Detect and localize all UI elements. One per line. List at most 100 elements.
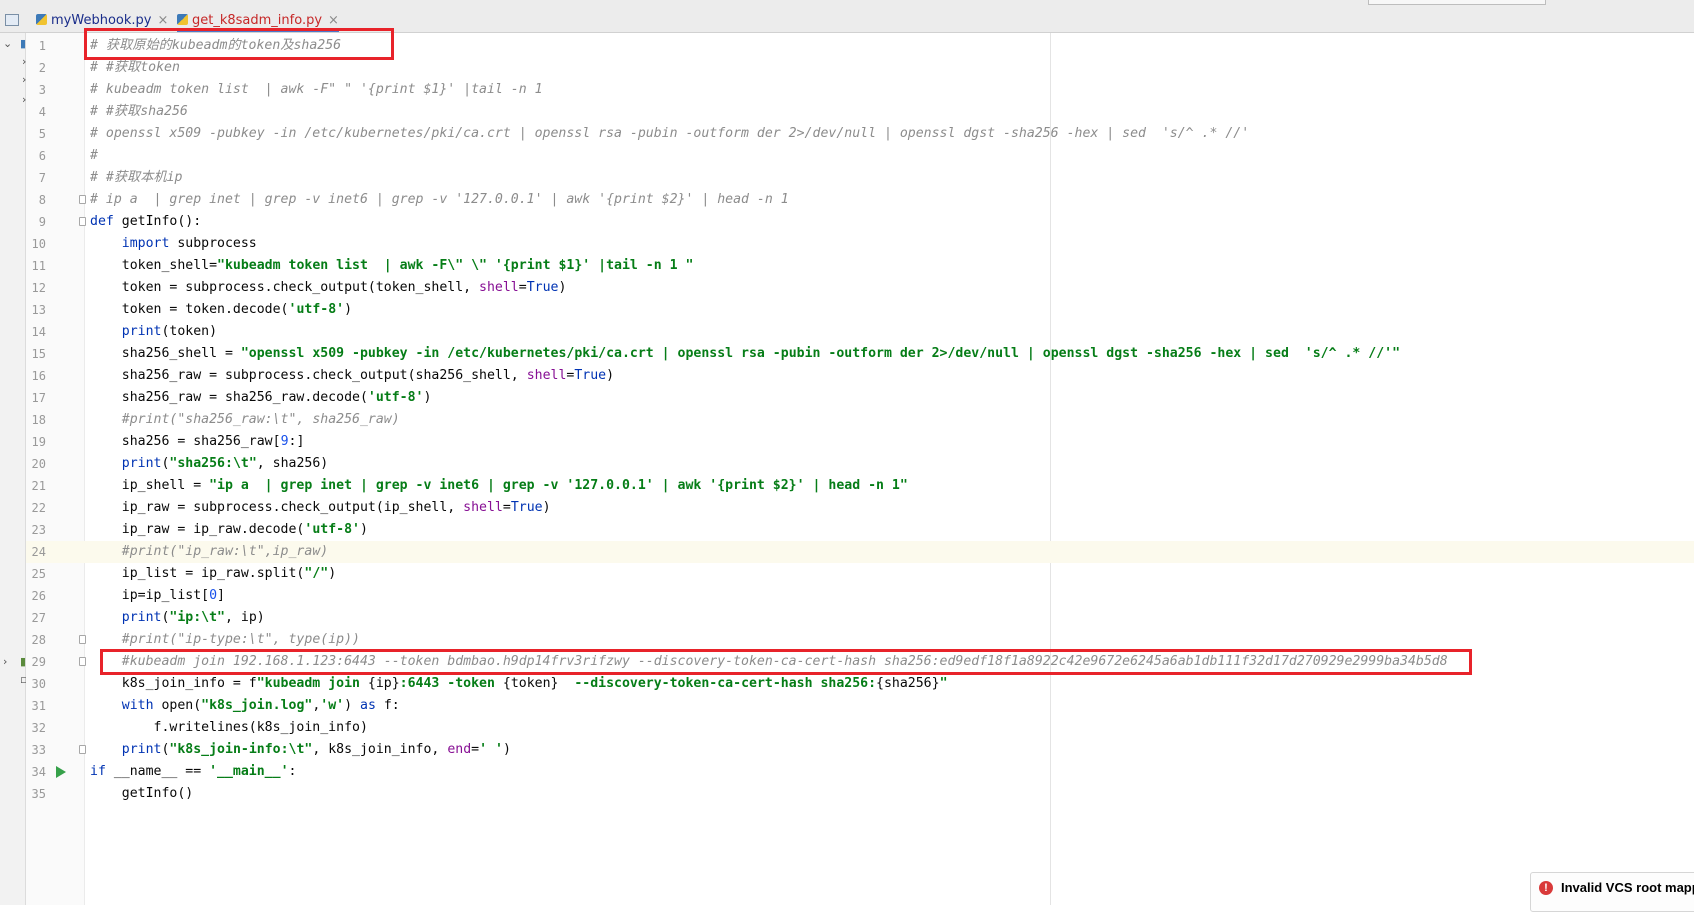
close-icon[interactable]: × — [328, 13, 339, 28]
error-icon: ! — [1539, 881, 1553, 895]
line-number: 13 — [31, 303, 46, 317]
line-number: 2 — [38, 61, 46, 75]
code-line[interactable]: 9 def getInfo(): — [26, 211, 1694, 233]
code-line[interactable]: 35 getInfo() — [26, 783, 1694, 805]
line-number: 17 — [31, 391, 46, 405]
code-line[interactable]: 23 ip_raw = ip_raw.decode('utf-8') — [26, 519, 1694, 541]
chevron-down-icon[interactable]: ⌄ — [3, 37, 12, 50]
line-number: 28 — [31, 633, 46, 647]
run-configuration-selector[interactable] — [1368, 0, 1546, 5]
code-text: # #获取token — [90, 60, 180, 75]
code-line[interactable]: 14 print(token) — [26, 321, 1694, 343]
code-line[interactable]: 10 import subprocess — [26, 233, 1694, 255]
run-icon[interactable] — [56, 766, 66, 778]
code-line[interactable]: 28 #print("ip-type:\t", type(ip)) — [26, 629, 1694, 651]
code-line[interactable]: 21 ip_shell = "ip a | grep inet | grep -… — [26, 475, 1694, 497]
code-line[interactable]: 7 # #获取本机ip — [26, 167, 1694, 189]
line-number: 24 — [31, 545, 46, 559]
chevron-right-icon[interactable]: › — [3, 655, 7, 668]
line-number: 25 — [31, 567, 46, 581]
code-line[interactable]: 4 # #获取sha256 — [26, 101, 1694, 123]
line-number: 5 — [38, 127, 46, 141]
code-text: token = token.decode('utf-8') — [90, 302, 353, 317]
code-line[interactable]: 33 print("k8s_join-info:\t", k8s_join_in… — [26, 739, 1694, 761]
line-number: 29 — [31, 655, 46, 669]
code-text: ip=ip_list[0] — [90, 588, 225, 603]
project-view-icon[interactable] — [5, 14, 19, 26]
line-number: 14 — [31, 325, 46, 339]
code-text: ip_raw = subprocess.check_output(ip_shel… — [90, 500, 551, 515]
code-line[interactable]: 18 #print("sha256_raw:\t", sha256_raw) — [26, 409, 1694, 431]
code-line[interactable]: 12 token = subprocess.check_output(token… — [26, 277, 1694, 299]
line-number: 35 — [31, 787, 46, 801]
line-number: 16 — [31, 369, 46, 383]
code-line[interactable]: 3 # kubeadm token list | awk -F" " '{prin… — [26, 79, 1694, 101]
code-line[interactable]: 31 with open("k8s_join.log",'w') as f: — [26, 695, 1694, 717]
notification-balloon[interactable]: ! Invalid VCS root mapp — [1530, 872, 1694, 912]
code-text: k8s_join_info = f"kubeadm join {ip}:6443… — [90, 676, 948, 691]
code-line[interactable]: 16 sha256_raw = subprocess.check_output(… — [26, 365, 1694, 387]
fold-marker-icon[interactable] — [79, 635, 86, 644]
code-text: sha256 = sha256_raw[9:] — [90, 434, 305, 449]
line-number: 1 — [38, 39, 46, 53]
line-number: 21 — [31, 479, 46, 493]
code-text: # ip a | grep inet | grep -v inet6 | gre… — [90, 192, 789, 207]
code-text: #print("sha256_raw:\t", sha256_raw) — [121, 412, 400, 427]
code-text: sha256_shell = "openssl x509 -pubkey -in… — [90, 346, 1401, 361]
code-line[interactable]: 20 print("sha256:\t", sha256) — [26, 453, 1694, 475]
line-number: 32 — [31, 721, 46, 735]
close-icon[interactable]: × — [157, 13, 168, 28]
code-text: ip_shell = "ip a | grep inet | grep -v i… — [90, 478, 908, 493]
code-text: def getInfo(): — [90, 214, 202, 229]
tab-label: get_k8sadm_info.py — [192, 13, 323, 28]
code-text: print(token) — [121, 324, 218, 339]
code-line[interactable]: 27 print("ip:\t", ip) — [26, 607, 1694, 629]
line-number: 8 — [38, 193, 46, 207]
code-line[interactable]: 11 token_shell="kubeadm token list | awk… — [26, 255, 1694, 277]
code-line[interactable]: 32 f.writelines(k8s_join_info) — [26, 717, 1694, 739]
code-text: # #获取本机ip — [90, 170, 183, 185]
project-tool-strip: ⌄ ▮ › › › › ▮ ▫ — [0, 33, 27, 905]
code-text: with open("k8s_join.log",'w') as f: — [121, 698, 400, 713]
code-text: if __name__ == '__main__': — [90, 764, 297, 779]
python-file-icon — [36, 14, 47, 25]
code-line[interactable]: 34 if __name__ == '__main__': — [26, 761, 1694, 783]
code-line[interactable]: 2 # #获取token — [26, 57, 1694, 79]
line-number: 20 — [31, 457, 46, 471]
line-number: 31 — [31, 699, 46, 713]
line-number: 33 — [31, 743, 46, 757]
code-text: #print("ip-type:\t", type(ip)) — [121, 632, 360, 647]
code-line[interactable]: 15 sha256_shell = "openssl x509 -pubkey … — [26, 343, 1694, 365]
code-line[interactable]: 13 token = token.decode('utf-8') — [26, 299, 1694, 321]
notification-message: Invalid VCS root mapp — [1561, 880, 1694, 895]
code-line[interactable]: 19 sha256 = sha256_raw[9:] — [26, 431, 1694, 453]
code-line[interactable]: 22 ip_raw = subprocess.check_output(ip_s… — [26, 497, 1694, 519]
line-number: 11 — [31, 259, 46, 273]
python-file-icon — [177, 14, 188, 25]
code-line[interactable]: 17 sha256_raw = sha256_raw.decode('utf-8… — [26, 387, 1694, 409]
code-line[interactable]: 26 ip=ip_list[0] — [26, 585, 1694, 607]
code-text: # openssl x509 -pubkey -in /etc/kubernet… — [90, 126, 1250, 141]
code-text: token_shell="kubeadm token list | awk -F… — [90, 258, 694, 273]
code-text: ip_raw = ip_raw.decode('utf-8') — [90, 522, 368, 537]
fold-marker-icon[interactable] — [79, 217, 86, 226]
highlight-box-line29 — [100, 649, 1472, 675]
code-line[interactable]: 5 # openssl x509 -pubkey -in /etc/kuberne… — [26, 123, 1694, 145]
code-line[interactable]: 25 ip_list = ip_raw.split("/") — [26, 563, 1694, 585]
code-text: print("ip:\t", ip) — [121, 610, 265, 625]
code-line[interactable]: 24 #print("ip_raw:\t",ip_raw) — [26, 541, 1694, 563]
code-line[interactable]: 30 k8s_join_info = f"kubeadm join {ip}:6… — [26, 673, 1694, 695]
code-text: print("k8s_join-info:\t", k8s_join_info,… — [121, 742, 511, 757]
line-number: 19 — [31, 435, 46, 449]
code-line[interactable]: 8 # ip a | grep inet | grep -v inet6 | gr… — [26, 189, 1694, 211]
code-text: sha256_raw = subprocess.check_output(sha… — [90, 368, 615, 383]
line-number: 7 — [38, 171, 46, 185]
fold-marker-icon[interactable] — [79, 657, 86, 666]
fold-marker-icon[interactable] — [79, 745, 86, 754]
fold-marker-icon[interactable] — [79, 195, 86, 204]
code-line[interactable]: 6 # — [26, 145, 1694, 167]
line-number: 34 — [31, 765, 46, 779]
line-number: 10 — [31, 237, 46, 251]
code-text: token = subprocess.check_output(token_sh… — [90, 280, 567, 295]
code-text: import subprocess — [121, 236, 257, 251]
